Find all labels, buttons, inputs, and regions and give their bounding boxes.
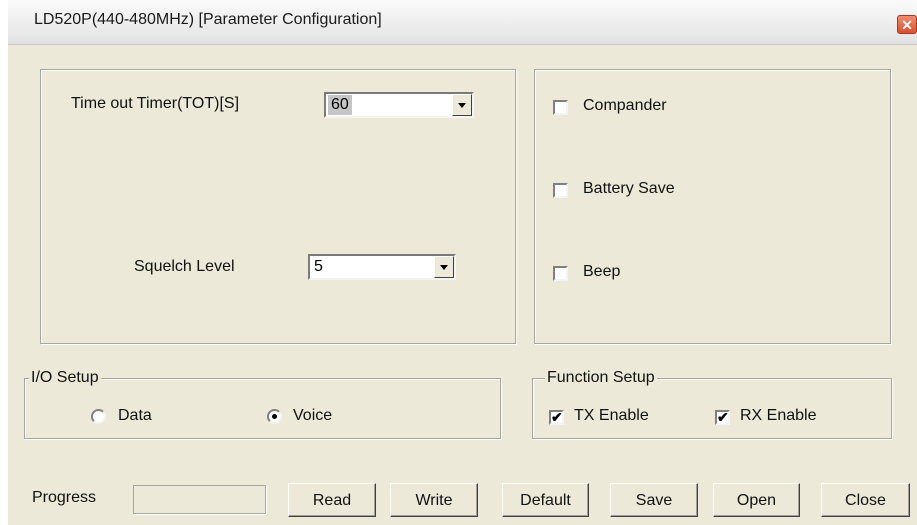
progress-label: Progress bbox=[32, 489, 97, 506]
parameter-configuration-window: LD520P(440-480MHz) [Parameter Configurat… bbox=[8, 0, 917, 525]
rx-enable-label[interactable]: RX Enable bbox=[740, 407, 817, 425]
close-window-icon[interactable]: ✕ bbox=[897, 15, 917, 34]
data-radio-label[interactable]: Data bbox=[118, 407, 152, 425]
squelch-label: Squelch Level bbox=[134, 258, 235, 275]
title-bar[interactable]: LD520P(440-480MHz) [Parameter Configurat… bbox=[8, 0, 917, 45]
tot-value: 60 bbox=[328, 95, 352, 115]
squelch-value: 5 bbox=[314, 258, 323, 275]
io-setup-legend: I/O Setup bbox=[29, 369, 101, 387]
progress-bar bbox=[133, 485, 266, 514]
data-radio[interactable] bbox=[91, 409, 106, 424]
voice-radio[interactable] bbox=[267, 409, 282, 424]
read-button[interactable]: Read bbox=[288, 483, 376, 517]
window-title: LD520P(440-480MHz) [Parameter Configurat… bbox=[34, 11, 382, 28]
compander-label[interactable]: Compander bbox=[583, 97, 667, 115]
beep-label[interactable]: Beep bbox=[583, 263, 620, 281]
tx-enable-checkbox[interactable]: ✔ bbox=[549, 410, 564, 425]
chevron-down-icon[interactable] bbox=[452, 94, 472, 116]
squelch-select[interactable]: 5 bbox=[308, 254, 456, 280]
open-button[interactable]: Open bbox=[713, 483, 800, 517]
tot-label: Time out Timer(TOT)[S] bbox=[71, 95, 240, 112]
function-setup-group: Function Setup ✔ TX Enable ✔ RX Enable bbox=[532, 369, 892, 439]
io-setup-group: I/O Setup Data Voice bbox=[24, 369, 501, 439]
chevron-down-icon[interactable] bbox=[434, 256, 454, 278]
battery-save-checkbox[interactable] bbox=[553, 183, 568, 198]
compander-checkbox[interactable] bbox=[553, 100, 568, 115]
timer-squelch-panel: Time out Timer(TOT)[S] 60 Squelch Level … bbox=[40, 69, 516, 344]
rx-enable-checkbox[interactable]: ✔ bbox=[715, 410, 730, 425]
tx-enable-label[interactable]: TX Enable bbox=[574, 407, 649, 425]
voice-radio-label[interactable]: Voice bbox=[293, 407, 332, 425]
tot-select[interactable]: 60 bbox=[324, 92, 474, 118]
battery-save-label[interactable]: Battery Save bbox=[583, 180, 675, 198]
save-button[interactable]: Save bbox=[610, 483, 698, 517]
beep-checkbox[interactable] bbox=[553, 266, 568, 281]
function-setup-legend: Function Setup bbox=[545, 369, 657, 387]
close-button[interactable]: Close bbox=[821, 483, 910, 517]
write-button[interactable]: Write bbox=[390, 483, 478, 517]
options-panel: Compander Battery Save Beep bbox=[534, 69, 891, 344]
default-button[interactable]: Default bbox=[502, 483, 589, 517]
